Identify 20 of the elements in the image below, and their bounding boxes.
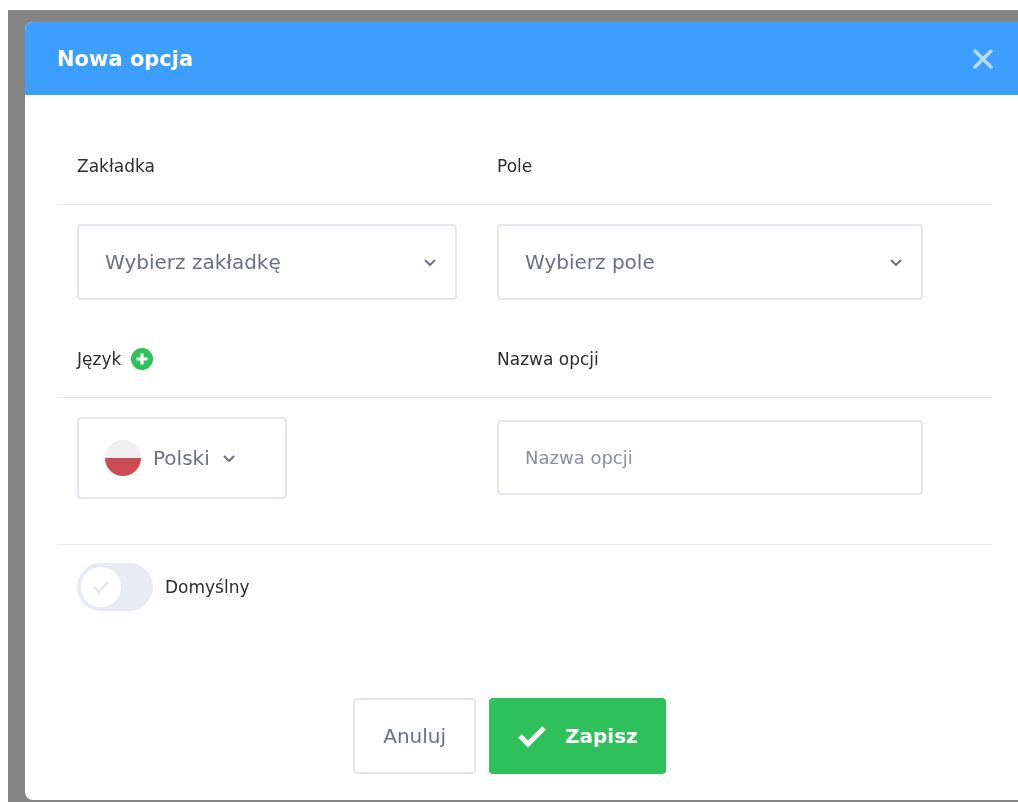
field-label: Zakładka — [77, 155, 155, 176]
toggle-label: Domyślny — [165, 577, 250, 597]
cancel-button[interactable]: Anuluj — [353, 698, 477, 774]
chevron-down-icon — [221, 453, 236, 463]
chevron-down-icon — [889, 257, 903, 267]
dialog-title: Nowa opcja — [57, 46, 194, 71]
field-label: Nazwa opcji — [497, 348, 599, 369]
language-dropdown[interactable]: Polski — [77, 417, 287, 499]
input-field[interactable]: Nazwa opcji — [497, 420, 923, 495]
flag-icon — [105, 440, 141, 476]
dropdown[interactable]: Wybierz pole — [497, 224, 923, 300]
toggle-switch[interactable] — [77, 563, 153, 611]
dropdown[interactable]: Wybierz zakładkę — [77, 224, 457, 300]
field-label: Język — [77, 348, 122, 369]
close-button[interactable] — [972, 47, 994, 70]
check-icon — [517, 724, 548, 748]
field-label: Pole — [497, 155, 533, 176]
check-icon — [92, 580, 110, 594]
chevron-down-icon — [423, 257, 437, 267]
plus-circle-icon[interactable] — [131, 347, 154, 370]
